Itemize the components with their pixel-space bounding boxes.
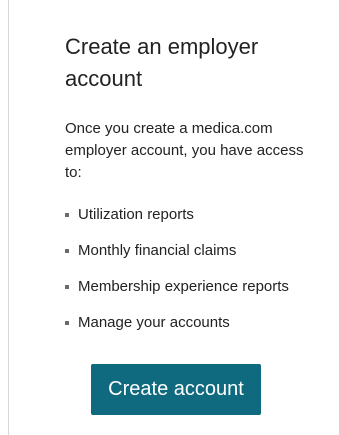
feature-label: Monthly financial claims	[78, 242, 237, 259]
feature-label: Utilization reports	[78, 206, 194, 223]
list-item: Manage your accounts	[65, 309, 335, 345]
employer-account-card: Create an employer account Once you crea…	[8, 0, 339, 435]
list-item: Utilization reports	[65, 201, 335, 237]
square-bullet-icon	[65, 213, 69, 217]
square-bullet-icon	[65, 249, 69, 253]
create-account-button[interactable]: Create account	[91, 364, 261, 415]
square-bullet-icon	[65, 321, 69, 325]
square-bullet-icon	[65, 285, 69, 289]
list-item: Membership experience reports	[65, 273, 335, 309]
card-intro-text: Once you create a medica.com employer ac…	[65, 120, 304, 181]
card-title: Create an employer account	[65, 34, 259, 91]
feature-list: Utilization reports Monthly financial cl…	[65, 201, 335, 345]
feature-label: Membership experience reports	[78, 278, 289, 295]
list-item: Monthly financial claims	[65, 237, 335, 273]
feature-label: Manage your accounts	[78, 314, 230, 331]
